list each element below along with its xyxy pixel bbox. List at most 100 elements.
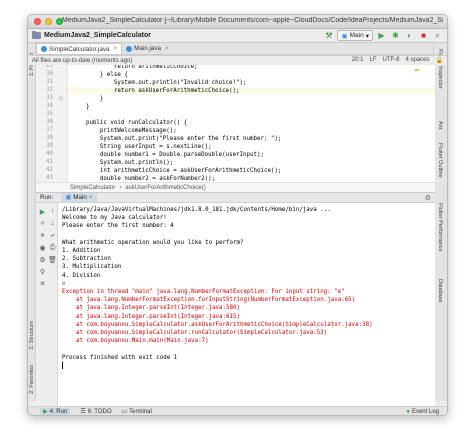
stop-icon[interactable]: ■ [38, 219, 47, 228]
debug-icon[interactable]: ✱ [390, 30, 401, 41]
project-name[interactable]: MediumJava2_SimpleCalculator [44, 32, 151, 39]
terminal-tool-label: Terminal [129, 408, 152, 415]
favorites-tool-tab[interactable]: 2: Favorites [29, 365, 35, 394]
file-encoding[interactable]: UTF-8 [383, 57, 400, 64]
tab-main[interactable]: Main.java × [122, 43, 172, 54]
code-editor[interactable]: 282930313233◇34353637383940414243 if (ar… [36, 55, 435, 182]
lock-icon[interactable]: 🔓 [436, 57, 443, 64]
dump-threads-icon[interactable]: ◉ [38, 243, 47, 252]
breadcrumb: SimpleCalculator › askUserForArithmeticC… [36, 182, 435, 192]
console-line: Exception in thread "main" java.lang.Num… [62, 289, 345, 295]
line-number: 41 [46, 159, 53, 165]
tab-label: SimpleCalculator.java [49, 45, 110, 53]
line-number: 32 [46, 87, 53, 93]
line-separator[interactable]: LF [369, 57, 376, 64]
run-tool-button[interactable]: ▶ 4: Run [40, 408, 71, 415]
console-line: What arithmetic operation would you like… [62, 239, 244, 246]
console-line: /Library/Java/JavaVirtualMachines/jdk1.8… [62, 207, 331, 213]
event-log-button[interactable]: ● Event Log [406, 409, 439, 415]
todo-tool-button[interactable]: ☰ 6: TODO [80, 408, 111, 416]
run-config-select[interactable]: ▣ Main ▾ [337, 30, 373, 41]
warning-marker[interactable] [415, 69, 419, 71]
console-line: 2. Subtraction [62, 256, 111, 263]
ant-tab[interactable]: Ant [437, 121, 443, 129]
code-line[interactable]: printWelcomeMessage(); [68, 127, 435, 135]
console-output[interactable]: /Library/Java/JavaVirtualMachines/jdk1.8… [58, 203, 435, 409]
cursor-position[interactable]: 20:1 [352, 57, 364, 64]
tab-label: Main.java [134, 45, 162, 52]
search-icon[interactable]: ⌕ [432, 30, 443, 41]
scroll-up-icon[interactable]: ↑ [48, 207, 57, 216]
title-bar: MediumJava2_SimpleCalculator [~/Library/… [28, 15, 447, 29]
close-window-button[interactable] [34, 18, 41, 25]
line-number: 43 [46, 175, 53, 181]
breadcrumb-class[interactable]: SimpleCalculator [70, 185, 115, 191]
line-number: 40 [46, 151, 53, 157]
console-line: Please enter the first number: 4 [62, 223, 174, 230]
settings-icon[interactable]: ⚙ [38, 255, 47, 264]
scroll-down-icon[interactable]: ↓ [48, 219, 57, 228]
navigation-bar: MediumJava2_SimpleCalculator ⚒ ▣ Main ▾ … [28, 29, 447, 43]
structure-tool-tab[interactable]: 2: Structure [29, 321, 35, 349]
run-tab-main[interactable]: ▣ Main × [61, 193, 97, 202]
run-config-icon: ▣ [65, 194, 72, 201]
terminal-tool-button[interactable]: ▭ Terminal [122, 408, 152, 416]
run-panel: ▶ ↑ ■ ↓ ⏸ ⤶ ◉ ⎙ ⚙ 🗑 ⚲ ✕ /Library/Java/Ja… [36, 203, 435, 409]
code-line[interactable]: return askUserForArithmeticChoice(); [68, 87, 435, 95]
line-number: 39 [46, 143, 53, 149]
line-number-gutter: 282930313233◇34353637383940414243 [36, 55, 68, 182]
pin-icon[interactable]: ⚲ [38, 267, 47, 276]
code-line[interactable]: System.out.println(); [68, 159, 435, 167]
close-tab-icon[interactable]: × [114, 46, 118, 52]
pause-icon[interactable]: ⏸ [38, 231, 47, 240]
flutter-outline-tab[interactable]: Flutter Outline [437, 143, 443, 178]
print-icon[interactable]: ⎙ [48, 243, 57, 252]
play-icon: ▶ [43, 409, 48, 415]
close-tab-icon[interactable]: × [89, 194, 93, 201]
line-number: 33 [46, 95, 53, 101]
soft-wrap-icon[interactable]: ⤶ [48, 231, 57, 240]
bottom-tool-bar: ▶ 4: Run ☰ 6: TODO ▭ Terminal ● Event Lo… [28, 406, 447, 416]
editor-tabs: SimpleCalculator.java × Main.java × [28, 43, 447, 55]
close-tab-icon[interactable]: × [165, 46, 169, 52]
code-line[interactable]: double number1 = Double.parseDouble(user… [68, 151, 435, 159]
play-icon[interactable]: ▶ [376, 30, 387, 41]
flutter-performance-tab[interactable]: Flutter Performance [437, 203, 443, 252]
trash-icon[interactable]: 🗑 [48, 255, 57, 264]
status-message: All files are up-to-date (moments ago) [32, 57, 133, 64]
console-line: 4. Division [62, 272, 101, 279]
line-number: 30 [46, 71, 53, 77]
console-cursor [62, 361, 63, 369]
rerun-icon[interactable]: ▶ [38, 207, 47, 216]
database-tab[interactable]: Database [437, 279, 443, 303]
close-icon[interactable]: ✕ [38, 279, 47, 288]
gear-icon[interactable]: ⚙ [425, 194, 431, 202]
status-right: 20:1 LF UTF-8 4 spaces 🔓 [352, 57, 443, 64]
code-line[interactable]: System.out.println("Invalid choice!"); [68, 79, 435, 87]
event-log-icon: ● [406, 408, 410, 415]
code-line[interactable]: } [68, 103, 435, 111]
console-line: Welcome to my Java calculator! [62, 215, 167, 222]
minimize-window-button[interactable] [45, 18, 52, 25]
console-line: at com.boyuanxu.SimpleCalculator.askUser… [62, 321, 373, 328]
code-text[interactable]: if (arithmeticChoice >= 1 && arithmeticC… [68, 55, 435, 182]
console-line: at java.lang.Integer.parseInt(Integer.ja… [62, 313, 240, 320]
line-number: 34 [46, 103, 53, 109]
code-line[interactable]: public void runCalculator() { [68, 119, 435, 127]
code-line[interactable]: } else { [68, 71, 435, 79]
code-line[interactable]: int arithmeticChoice = askUserForArithme… [68, 167, 435, 175]
code-line[interactable]: } [68, 95, 435, 103]
stop-icon[interactable]: ■ [418, 30, 429, 41]
hammer-icon[interactable]: ⚒ [323, 30, 334, 41]
tab-simple-calculator[interactable]: SimpleCalculator.java × [36, 43, 123, 54]
coverage-icon[interactable]: ◐ [404, 30, 415, 41]
code-line[interactable]: System.out.print("Please enter the first… [68, 135, 435, 143]
breadcrumb-method[interactable]: askUserForArithmeticChoice() [125, 185, 205, 191]
code-line[interactable] [68, 111, 435, 119]
indent-setting[interactable]: 4 spaces [406, 57, 430, 64]
console-line: at java.lang.Integer.parseInt(Integer.ja… [62, 305, 240, 312]
run-panel-label: Run: [40, 194, 54, 201]
console-line: 1. Addition [62, 248, 101, 254]
code-line[interactable]: String userInput = s.nextLine(); [68, 143, 435, 151]
fold-marker-icon[interactable]: ◇ [58, 95, 63, 102]
